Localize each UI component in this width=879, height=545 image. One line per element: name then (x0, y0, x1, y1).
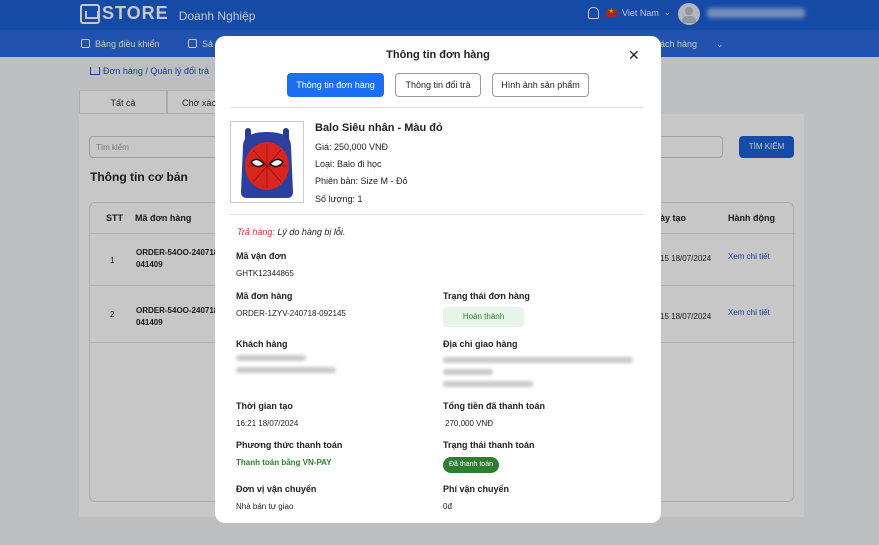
tab-order-info[interactable]: Thông tin đơn hàng (287, 73, 384, 97)
address-blurred (443, 357, 633, 363)
address-label: Địa chỉ giao hàng (443, 339, 518, 349)
order-info-modal: Thông tin đơn hàng ✕ Thông tin đơn hàng … (215, 36, 661, 523)
customer-email-blurred (236, 367, 336, 373)
total-value: 270,000 VNĐ (445, 419, 494, 428)
payment-status-label: Trạng thái thanh toán (443, 440, 535, 450)
address-blurred (443, 369, 493, 375)
return-note: Trả hàng: Lý do hàng bị lỗi. (237, 227, 345, 237)
tracking-value: GHTK12344865 (236, 269, 294, 278)
divider (230, 214, 644, 215)
shipping-unit-value: Nhà bán tự giao (236, 502, 294, 511)
product-price: Giá: 250,000 VNĐ (315, 142, 389, 152)
order-status-badge: Hoàn thành (443, 307, 524, 327)
total-label: Tổng tiền đã thanh toán (443, 401, 545, 411)
tab-product-images[interactable]: Hình ảnh sản phẩm (492, 73, 589, 97)
address-blurred (443, 381, 533, 387)
product-type: Loại: Balo đi học (315, 159, 382, 169)
tab-return-info[interactable]: Thông tin đổi trả (395, 73, 481, 97)
divider (230, 107, 644, 108)
payment-method-label: Phương thức thanh toán (236, 440, 343, 450)
product-variant: Phiên bản: Size M - Đỏ (315, 176, 408, 186)
tracking-label: Mã vận đơn (236, 251, 287, 261)
product-quantity: Số lượng: 1 (315, 194, 363, 204)
created-label: Thời gian tạo (236, 401, 293, 411)
customer-name-blurred (236, 355, 306, 361)
close-icon[interactable]: ✕ (628, 47, 640, 64)
shipping-fee-label: Phí vận chuyển (443, 484, 510, 494)
order-status-label: Trạng thái đơn hàng (443, 291, 530, 301)
payment-status-badge: Đã thanh toán (443, 457, 499, 473)
product-name: Balo Siêu nhân - Màu đỏ (315, 122, 443, 134)
payment-method-value: Thanh toán bằng VN-PAY (236, 458, 332, 467)
order-code-value: ORDER-1ZYV-240718-092145 (236, 309, 346, 318)
return-reason: Lý do hàng bị lỗi. (277, 227, 346, 237)
customer-label: Khách hàng (236, 339, 288, 349)
return-label: Trả hàng: (237, 227, 275, 237)
product-thumbnail[interactable] (230, 121, 304, 203)
shipping-fee-value: 0đ (443, 502, 452, 511)
created-value: 16:21 18/07/2024 (236, 419, 299, 428)
order-code-label: Mã đơn hàng (236, 291, 293, 301)
modal-title: Thông tin đơn hàng (386, 49, 490, 61)
backpack-image (241, 128, 293, 198)
shipping-unit-label: Đơn vị vận chuyển (236, 484, 317, 494)
